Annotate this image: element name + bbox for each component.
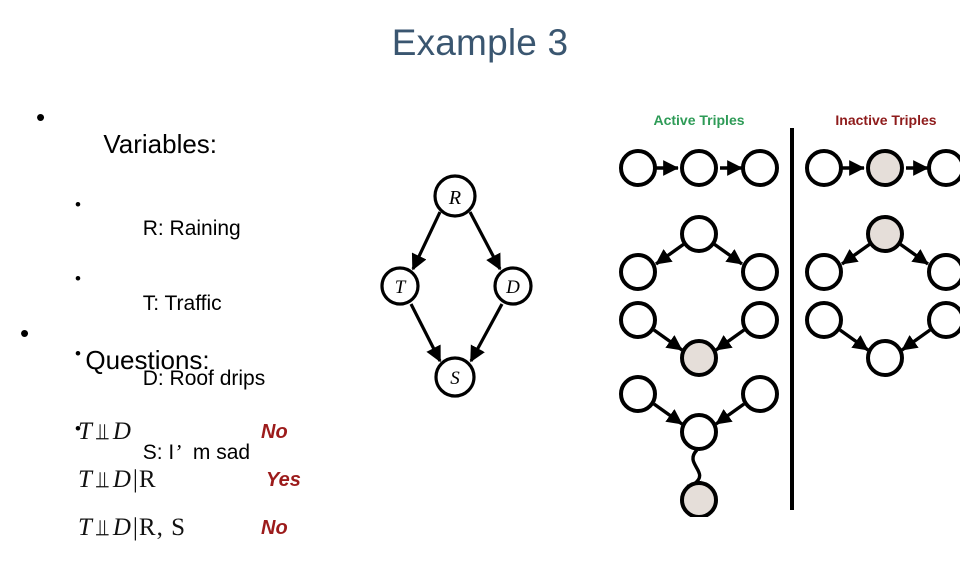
list-item: • R: Raining (18, 194, 348, 265)
dag-node-t: T (380, 266, 420, 306)
bullet-dot-icon: • (20, 318, 30, 348)
question-rhs-3: D (112, 513, 132, 541)
triple-node (741, 149, 779, 187)
question-answer-1: No (261, 420, 288, 443)
dag-edge-r-t (411, 211, 442, 271)
triple-edge (839, 328, 869, 352)
triple-node (619, 301, 657, 339)
inactive-triple-fork-observed (805, 215, 960, 291)
questions-table: T ⫫ D No T ⫫ D|R Yes T ⫫ D|R, S No (78, 418, 358, 562)
dag-edges (409, 211, 504, 363)
bullet-dot-icon: • (75, 269, 81, 289)
question-lhs-1: T (78, 417, 93, 445)
triple-node (805, 149, 843, 187)
question-condition-2: |R (132, 465, 157, 493)
triple-node-middle (680, 149, 718, 187)
triple-edge (901, 328, 931, 352)
question-row-3: T ⫫ D|R, S No (78, 514, 358, 562)
question-condition-3: |R, S (132, 513, 186, 541)
triple-node (927, 301, 960, 339)
dag-node-label-d: D (505, 277, 520, 298)
triple-node (927, 253, 960, 291)
active-triple-fork-unobserved (619, 215, 779, 291)
dag-node-label-t: T (395, 277, 407, 298)
active-triple-collider-observed (619, 301, 779, 377)
triple-node-middle-shaded (680, 339, 718, 377)
triple-node (927, 149, 960, 187)
triple-node (741, 301, 779, 339)
triple-node-middle-shaded (866, 215, 904, 253)
triple-edge (713, 242, 743, 266)
triple-node (805, 253, 843, 291)
variable-label-t: T: Traffic (142, 291, 222, 315)
question-row-2: T ⫫ D|R Yes (78, 466, 358, 514)
triple-node (741, 375, 779, 413)
triple-edge (653, 402, 683, 426)
active-triple-collider-descendant (619, 375, 779, 517)
triple-node (619, 253, 657, 291)
triple-edge (899, 242, 929, 266)
inactive-triple-collider-unobserved (805, 301, 960, 377)
variables-heading: • Variables: (18, 102, 348, 186)
question-expression-1: T ⫫ D (78, 418, 134, 446)
dag-node-s: S (434, 356, 476, 398)
triple-node (619, 375, 657, 413)
dag-node-label-s: S (450, 368, 460, 389)
independence-symbol-icon: ⫫ (95, 514, 110, 540)
question-expression-2: T ⫫ D|R (78, 466, 158, 494)
triples-panel: Active Triples Inactive Triples (600, 100, 960, 540)
question-lhs-3: T (78, 513, 93, 541)
triple-edge (653, 328, 683, 352)
slide-canvas: Example 3 • Variables: • R: Raining • T: Tr… (0, 0, 960, 541)
triple-node-middle-shaded (866, 149, 904, 187)
page-title: Example 3 (391, 22, 569, 63)
triple-edge (841, 242, 871, 266)
triple-node (741, 253, 779, 291)
independence-symbol-icon: ⫫ (95, 418, 110, 444)
active-triple-chain-unobserved (619, 149, 779, 187)
bayes-net-diagram: R T D S (380, 174, 533, 398)
active-triples-header: Active Triples (653, 112, 745, 128)
panel-divider (790, 128, 794, 510)
question-rhs-2: D (112, 465, 132, 493)
question-row-1: T ⫫ D No (78, 418, 358, 466)
independence-symbol-icon: ⫫ (95, 466, 110, 492)
triple-node (619, 149, 657, 187)
triple-edge (715, 402, 745, 426)
dag-node-r: R (433, 174, 477, 218)
triple-node-middle (866, 339, 904, 377)
triple-edge (715, 328, 745, 352)
questions-heading: • Questions: (18, 318, 358, 402)
questions-heading-label: Questions: (85, 345, 210, 376)
questions-section: • Questions: T ⫫ D No T ⫫ D|R Yes T ⫫ D|R, S No (18, 318, 358, 562)
triple-node-descendant-shaded (680, 481, 718, 517)
dag-nodes: R T D S (380, 174, 533, 398)
inactive-triple-chain-observed (805, 149, 960, 187)
question-lhs-2: T (78, 465, 93, 493)
bullet-dot-icon: • (75, 194, 81, 214)
dag-edge-t-s (409, 303, 442, 363)
dag-edge-r-d (468, 211, 502, 271)
variables-heading-label: Variables: (103, 129, 218, 160)
triple-node-middle (680, 215, 718, 253)
bullet-dot-icon: • (36, 102, 46, 132)
question-rhs-1: D (112, 417, 132, 445)
dag-node-d: D (493, 266, 533, 306)
question-expression-3: T ⫫ D|R, S (78, 514, 187, 542)
question-answer-2: Yes (266, 468, 301, 491)
triple-node (805, 301, 843, 339)
variable-label-r: R: Raining (142, 217, 241, 241)
dag-edge-d-s (469, 303, 504, 363)
inactive-triples-header: Inactive Triples (835, 112, 937, 128)
triple-edge (655, 242, 685, 266)
question-answer-3: No (261, 516, 288, 539)
question-condition-1 (132, 418, 134, 445)
dag-node-label-r: R (448, 187, 461, 209)
triple-node-middle (680, 413, 718, 451)
